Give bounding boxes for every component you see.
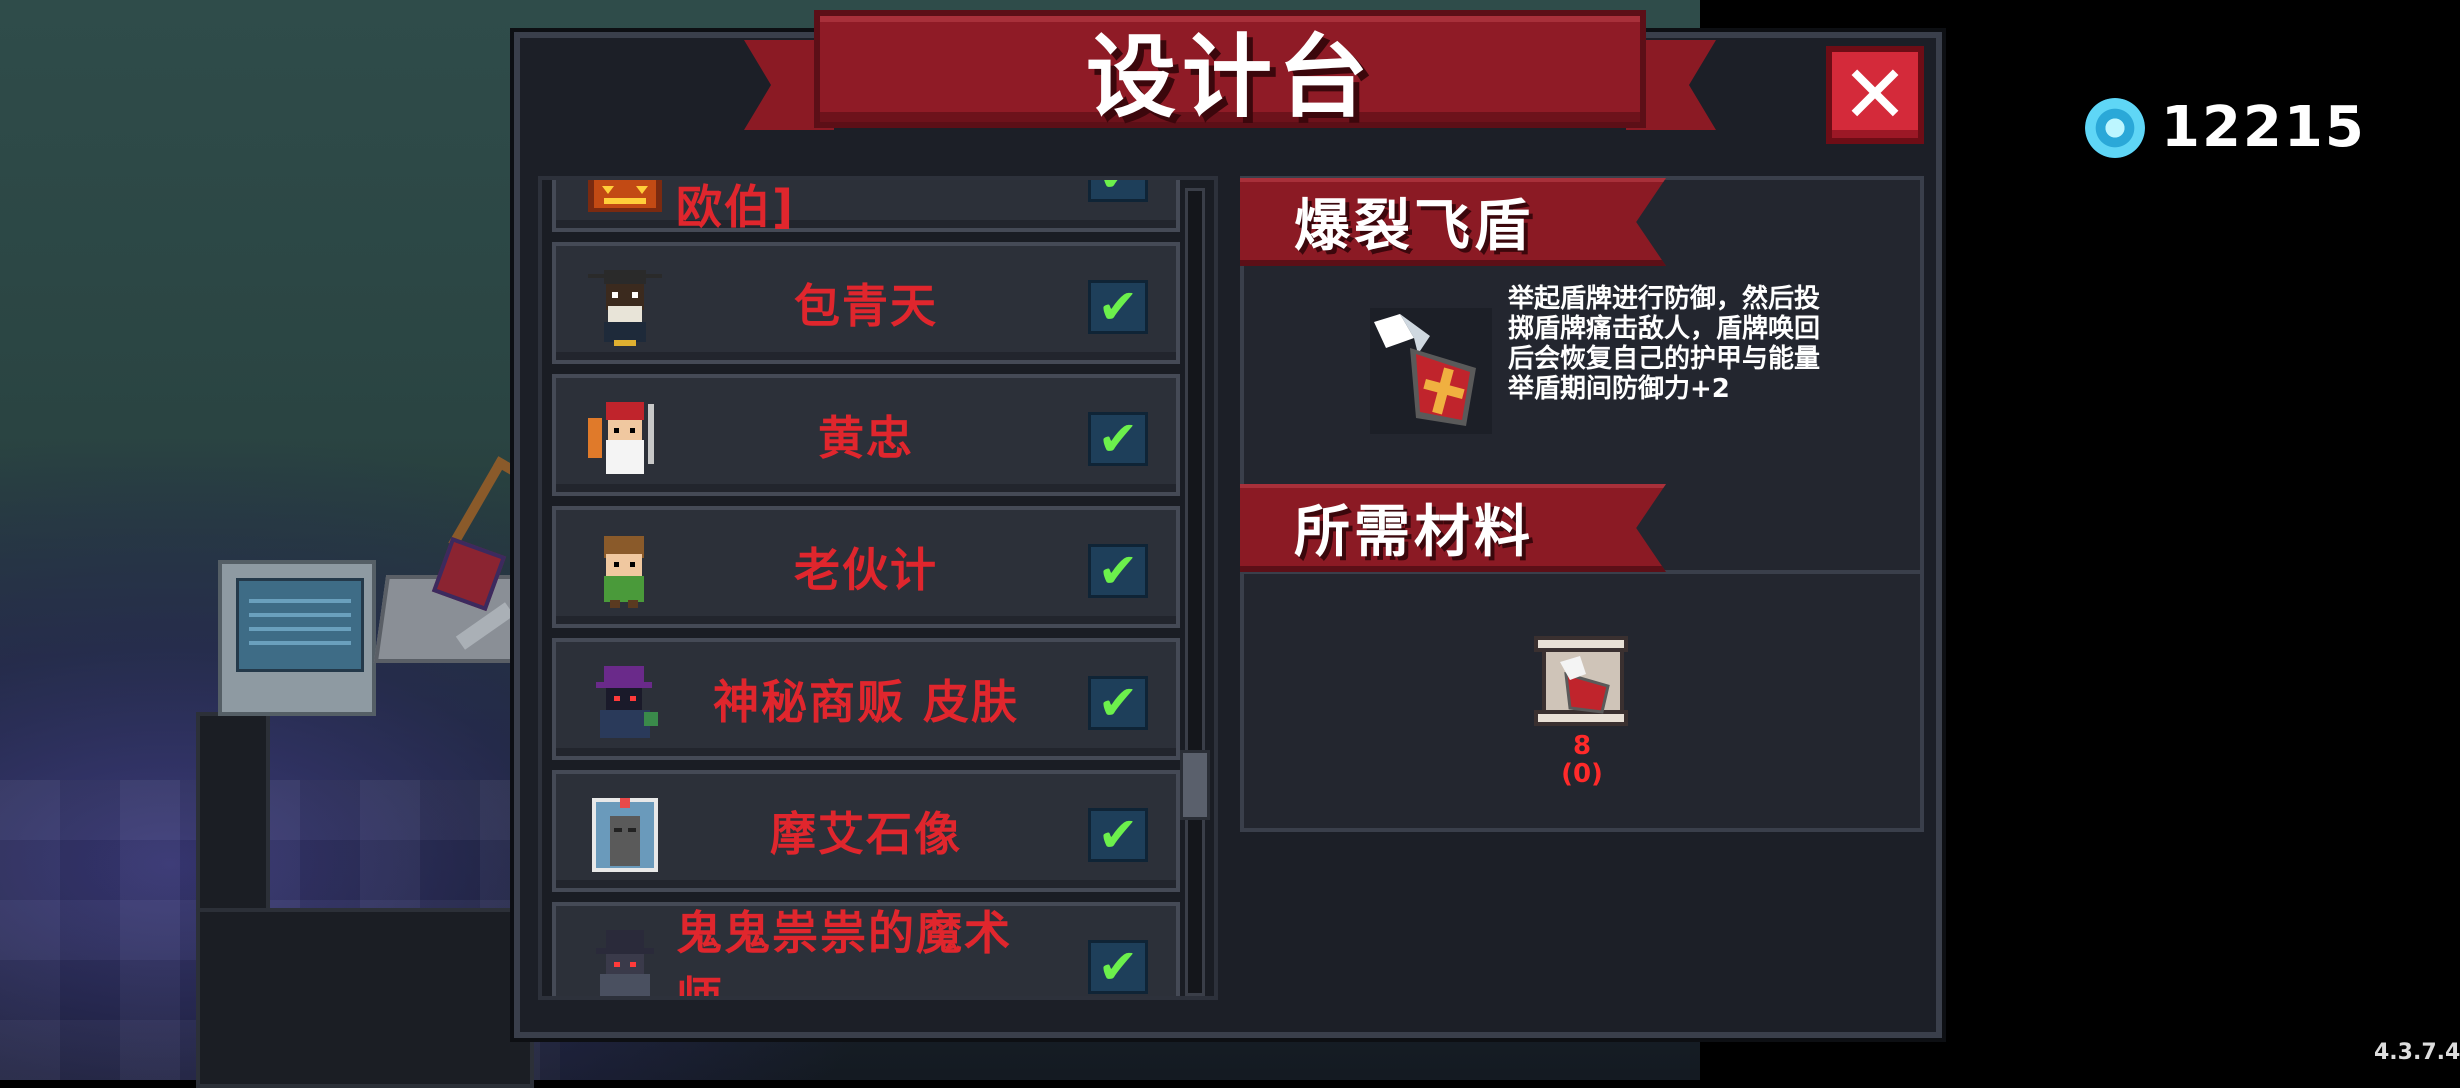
list-item[interactable]: 神秘商贩 皮肤 ✔	[552, 638, 1180, 760]
banner-main: 设计台	[814, 10, 1646, 130]
version-label: 4.3.7.4	[2374, 1040, 2460, 1065]
mystery-merchant-icon	[596, 666, 658, 738]
list-item-label: 神秘商贩 皮肤	[712, 675, 1019, 729]
checkmark-icon: ✔	[1097, 675, 1139, 731]
title-banner: 设计台	[744, 10, 1716, 150]
checkbox-checked[interactable]: ✔	[1088, 676, 1148, 730]
description-line: 举起盾牌进行防御，然后投	[1508, 284, 1821, 314]
checkmark-icon: ✔	[1097, 939, 1139, 995]
checkmark-icon: ✔	[1097, 543, 1139, 599]
checkmark-icon: ✔	[1098, 180, 1138, 199]
list-item[interactable]: 黄忠 ✔	[552, 374, 1180, 496]
item-description: 举起盾牌进行防御，然后投 掷盾牌痛击敌人，盾牌唤回 后会恢复自己的护甲与能量 举…	[1508, 284, 1908, 404]
materials-title: 所需材料	[1294, 499, 1534, 565]
currency-display: 12215	[2085, 95, 2366, 160]
list-item[interactable]: 技能书[防刀·艾利欧伯] ✔	[552, 180, 1180, 234]
list-item-label: 老伙计	[794, 543, 938, 597]
monitor-screen	[236, 578, 364, 672]
list-item[interactable]: 鬼鬼祟祟的魔术师 ✔	[552, 902, 1180, 1000]
materials-banner: 所需材料	[1240, 484, 1666, 572]
magician-icon	[596, 930, 654, 996]
list-item-label: 技能书[防刀·艾利欧伯]	[676, 180, 796, 234]
blue-gem-icon	[2085, 97, 2145, 158]
huang-zhong-icon	[588, 402, 654, 474]
old-buddy-icon	[604, 536, 644, 608]
wall-pillar	[196, 712, 270, 940]
wall-base	[196, 908, 534, 1088]
list-item[interactable]: 老伙计 ✔	[552, 506, 1180, 628]
description-line: 举盾期间防御力+2	[1508, 374, 1730, 404]
list-scrollbar[interactable]	[1185, 188, 1205, 996]
list-item-label: 鬼鬼祟祟的魔术师	[676, 906, 1012, 1000]
list-item[interactable]: 包青天 ✔	[552, 242, 1180, 364]
list-item-label: 黄忠	[818, 411, 914, 465]
blueprint-list-inner: 技能书[防刀·艾利欧伯] ✔ 包青天 ✔	[542, 180, 1214, 1000]
checkbox-checked[interactable]: ✔	[1088, 180, 1148, 202]
close-icon: ✕	[1841, 48, 1909, 141]
checkbox-checked[interactable]: ✔	[1088, 280, 1148, 334]
checkbox-checked[interactable]: ✔	[1088, 412, 1148, 466]
checkbox-checked[interactable]: ✔	[1088, 808, 1148, 862]
item-name-banner: 爆裂飞盾	[1240, 178, 1666, 266]
checkmark-icon: ✔	[1097, 279, 1139, 335]
description-line: 掷盾牌痛击敌人，盾牌唤回	[1508, 314, 1821, 344]
list-item-label: 摩艾石像	[770, 807, 962, 861]
list-item[interactable]: 摩艾石像 ✔	[552, 770, 1180, 892]
scrollbar-thumb[interactable]	[1180, 750, 1210, 820]
material-required: 8	[1572, 731, 1592, 761]
material-count: 8 (0)	[1530, 732, 1634, 788]
panel-title: 设计台	[1086, 25, 1374, 130]
blueprint-list[interactable]: 技能书[防刀·艾利欧伯] ✔ 包青天 ✔	[538, 176, 1218, 1000]
blueprint-scroll-icon[interactable]	[1530, 634, 1634, 728]
computer-monitor	[218, 560, 376, 716]
close-button[interactable]: ✕	[1826, 46, 1924, 144]
bao-qingtian-icon	[588, 270, 662, 346]
checkbox-checked[interactable]: ✔	[1088, 544, 1148, 598]
currency-amount: 12215	[2161, 95, 2366, 160]
moai-icon	[592, 798, 658, 872]
pumpkin-icon	[588, 180, 662, 212]
checkbox-checked[interactable]: ✔	[1088, 940, 1148, 994]
checkmark-icon: ✔	[1097, 411, 1139, 467]
list-item-label: 包青天	[794, 279, 938, 333]
description-line: 后会恢复自己的护甲与能量	[1508, 344, 1821, 374]
material-owned: (0)	[1561, 759, 1603, 789]
exploding-shield-icon	[1370, 308, 1492, 434]
checkmark-icon: ✔	[1097, 807, 1139, 863]
item-name: 爆裂飞盾	[1294, 193, 1534, 259]
